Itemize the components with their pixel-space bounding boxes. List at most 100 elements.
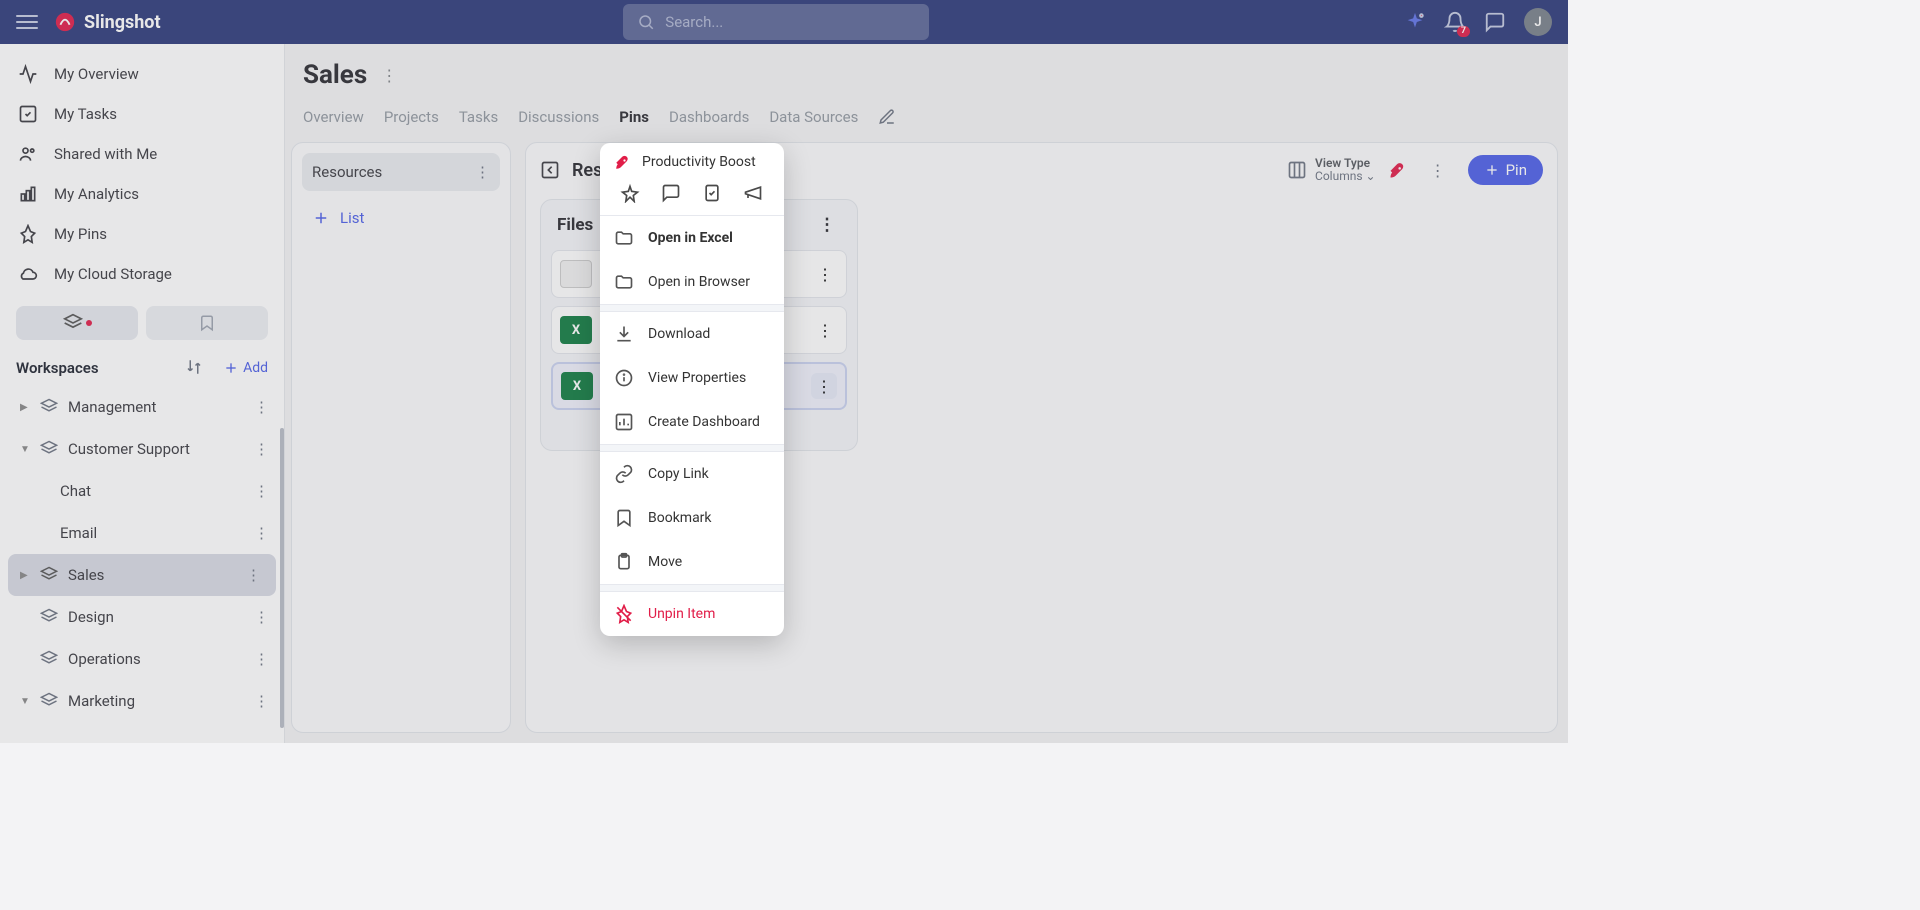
file-menu-icon[interactable]: ⋮ <box>811 373 837 399</box>
menu-toggle[interactable] <box>16 11 38 33</box>
sparkle-icon[interactable] <box>1404 11 1426 33</box>
toggle-workspaces[interactable] <box>16 306 138 340</box>
bell-icon[interactable]: 7 <box>1444 11 1466 33</box>
collapse-icon[interactable] <box>540 160 560 180</box>
file-thumb-excel: X <box>560 316 592 344</box>
ws-chat[interactable]: Chat⋮ <box>0 470 284 512</box>
rocket-icon <box>614 153 632 171</box>
tab-data-sources[interactable]: Data Sources <box>769 108 858 132</box>
unpin-icon <box>614 604 634 624</box>
add-list-button[interactable]: List <box>302 201 500 235</box>
cloud-icon <box>18 264 38 284</box>
file-thumb-doc <box>560 260 592 288</box>
search-icon <box>637 13 655 31</box>
app-header: Slingshot 7 J <box>0 0 1568 44</box>
main-panel: Sales ⋮ Overview Projects Tasks Discussi… <box>285 44 1568 743</box>
menu-bookmark[interactable]: Bookmark <box>600 496 784 540</box>
pin-icon[interactable] <box>620 183 642 205</box>
tab-dashboards[interactable]: Dashboards <box>669 108 749 132</box>
context-menu: Productivity Boost Open in Excel Open in… <box>600 143 784 636</box>
scrollbar-thumb[interactable] <box>280 428 284 728</box>
chat-icon[interactable] <box>1484 11 1506 33</box>
nav-my-overview[interactable]: My Overview <box>12 54 272 94</box>
more-vertical-icon[interactable]: ⋮ <box>475 163 490 181</box>
columns-icon <box>1287 160 1307 180</box>
add-workspace-button[interactable]: Add <box>223 360 268 376</box>
active-dot <box>86 320 92 326</box>
plus-icon <box>1484 162 1500 178</box>
sort-icon[interactable] <box>185 358 205 378</box>
ws-design[interactable]: Design⋮ <box>0 596 284 638</box>
menu-open-in-excel[interactable]: Open in Excel <box>600 216 784 260</box>
notification-badge: 7 <box>1457 26 1470 37</box>
column-nav-header[interactable]: Resources ⋮ <box>302 153 500 191</box>
layers-icon <box>63 313 83 333</box>
bookmark-icon <box>198 314 216 332</box>
file-menu-icon[interactable]: ⋮ <box>812 261 838 287</box>
column-nav: Resources ⋮ List <box>291 142 511 733</box>
plus-icon <box>223 360 239 376</box>
ws-email[interactable]: Email⋮ <box>0 512 284 554</box>
column-menu-icon[interactable]: ⋮ <box>1430 161 1446 180</box>
task-icon[interactable] <box>702 183 724 205</box>
page-tabs: Overview Projects Tasks Discussions Pins… <box>303 108 1550 132</box>
tab-projects[interactable]: Projects <box>384 108 439 132</box>
pin-button[interactable]: Pin <box>1468 155 1543 185</box>
pencil-icon[interactable] <box>878 108 896 132</box>
tab-pins[interactable]: Pins <box>619 108 649 132</box>
workspace-list: ▶Management⋮ ▼Customer Support⋮ Chat⋮ Em… <box>0 386 284 743</box>
bookmark-icon <box>614 508 634 528</box>
nav-my-analytics[interactable]: My Analytics <box>12 174 272 214</box>
ws-operations[interactable]: Operations⋮ <box>0 638 284 680</box>
megaphone-icon[interactable] <box>743 183 765 205</box>
dashboard-icon <box>614 412 634 432</box>
ws-marketing[interactable]: ▼Marketing⋮ <box>0 680 284 722</box>
view-type-selector[interactable]: View Type Columns ⌄ <box>1287 157 1376 183</box>
comment-icon[interactable] <box>661 183 683 205</box>
plus-icon <box>312 209 330 227</box>
sidebar: My Overview My Tasks Shared with Me My A… <box>0 44 285 743</box>
users-icon <box>18 144 38 164</box>
app-body: My Overview My Tasks Shared with Me My A… <box>0 44 1568 743</box>
menu-create-dashboard[interactable]: Create Dashboard <box>600 400 784 444</box>
file-menu-icon[interactable]: ⋮ <box>812 317 838 343</box>
menu-view-properties[interactable]: View Properties <box>600 356 784 400</box>
board: Resources ⋮ List Resources View Type <box>285 136 1568 743</box>
nav-my-pins[interactable]: My Pins <box>12 214 272 254</box>
activity-icon <box>18 64 38 84</box>
avatar[interactable]: J <box>1524 8 1552 36</box>
sidebar-toggle-row <box>0 302 284 348</box>
tab-discussions[interactable]: Discussions <box>518 108 599 132</box>
page-title: Sales <box>303 60 367 90</box>
page-title-menu[interactable]: ⋮ <box>381 66 397 85</box>
brand-name: Slingshot <box>84 12 161 33</box>
file-thumb-excel: X <box>561 372 593 400</box>
toggle-bookmarks[interactable] <box>146 306 268 340</box>
ws-sales[interactable]: ▶Sales⋮ <box>8 554 276 596</box>
menu-move[interactable]: Move <box>600 540 784 584</box>
menu-download[interactable]: Download <box>600 312 784 356</box>
menu-open-in-browser[interactable]: Open in Browser <box>600 260 784 304</box>
header-actions: 7 J <box>1404 8 1552 36</box>
folder-icon <box>614 228 634 248</box>
menu-copy-link[interactable]: Copy Link <box>600 452 784 496</box>
workspaces-header: Workspaces Add <box>0 348 284 386</box>
clipboard-icon <box>614 552 634 572</box>
workspaces-title: Workspaces <box>16 359 99 377</box>
ws-management[interactable]: ▶Management⋮ <box>0 386 284 428</box>
menu-unpin-item[interactable]: Unpin Item <box>600 592 784 636</box>
tab-tasks[interactable]: Tasks <box>459 108 498 132</box>
tab-overview[interactable]: Overview <box>303 108 364 132</box>
brand-logo[interactable]: Slingshot <box>54 11 161 33</box>
nav-my-tasks[interactable]: My Tasks <box>12 94 272 134</box>
files-menu-icon[interactable]: ⋮ <box>813 211 841 239</box>
search-input[interactable] <box>665 13 915 31</box>
nav-shared-with-me[interactable]: Shared with Me <box>12 134 272 174</box>
logo-icon <box>54 11 76 33</box>
ws-customer-support[interactable]: ▼Customer Support⋮ <box>0 428 284 470</box>
search-bar[interactable] <box>623 4 929 40</box>
rocket-icon[interactable] <box>1388 160 1408 180</box>
nav-my-cloud-storage[interactable]: My Cloud Storage <box>12 254 272 294</box>
download-icon <box>614 324 634 344</box>
context-menu-quick-actions <box>600 177 784 215</box>
